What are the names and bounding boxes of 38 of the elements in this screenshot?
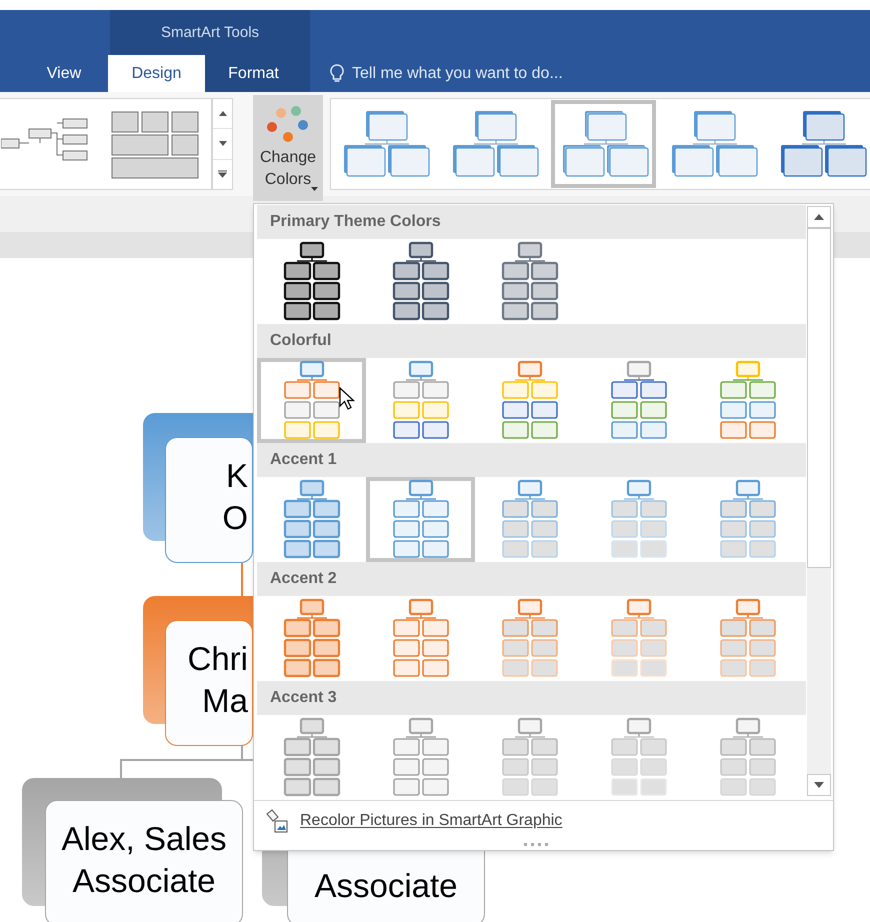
color-dots-icon xyxy=(265,105,311,143)
triangle-down-icon xyxy=(814,782,824,788)
triangle-up-icon xyxy=(814,214,824,220)
expand-gallery-icon xyxy=(218,170,227,178)
section-header: Accent 3 xyxy=(257,681,806,715)
scrollbar-thumb[interactable] xyxy=(807,228,831,568)
triangle-up-icon xyxy=(218,111,226,116)
change-colors-button[interactable]: Change Colors xyxy=(253,95,323,201)
org-node-text: Associate xyxy=(313,866,459,906)
org-node-text: K xyxy=(224,456,248,496)
section-header: Accent 1 xyxy=(257,443,806,477)
color-option[interactable] xyxy=(366,477,475,562)
color-option[interactable] xyxy=(257,358,366,443)
org-node-text: O xyxy=(221,498,248,538)
org-node-text: Alex, Sales xyxy=(60,819,228,859)
lightbulb-icon xyxy=(330,64,344,84)
block-layout-icon[interactable] xyxy=(111,111,199,179)
resize-grip-icon xyxy=(524,843,550,846)
ribbon-tab[interactable]: View xyxy=(20,55,108,92)
triangle-down-icon xyxy=(218,141,226,146)
style-option[interactable] xyxy=(550,100,656,188)
paint-bucket-picture-icon xyxy=(264,809,288,833)
section-header: Primary Theme Colors xyxy=(257,205,806,239)
ribbon-tab[interactable]: Format xyxy=(205,55,302,92)
org-node-text: Ma xyxy=(201,681,248,721)
scroll-down-button[interactable] xyxy=(807,774,831,796)
recolor-pictures-menu-item[interactable]: Recolor Pictures in SmartArt Graphic xyxy=(264,809,562,833)
mouse-pointer-icon xyxy=(339,387,355,411)
caret-icon xyxy=(311,187,318,191)
ribbon-tab[interactable]: Design xyxy=(108,55,205,92)
context-tab-title: SmartArt Tools xyxy=(160,23,260,43)
section-header: Accent 2 xyxy=(257,562,806,596)
org-node-text: Associate xyxy=(71,861,217,901)
org-node-text: Chri xyxy=(186,639,248,679)
scrollbar[interactable] xyxy=(807,206,831,796)
section-header: Colorful xyxy=(257,324,806,358)
tell-me-field[interactable]: Tell me what you want to do... xyxy=(330,62,563,86)
scroll-up-button[interactable] xyxy=(807,206,831,228)
